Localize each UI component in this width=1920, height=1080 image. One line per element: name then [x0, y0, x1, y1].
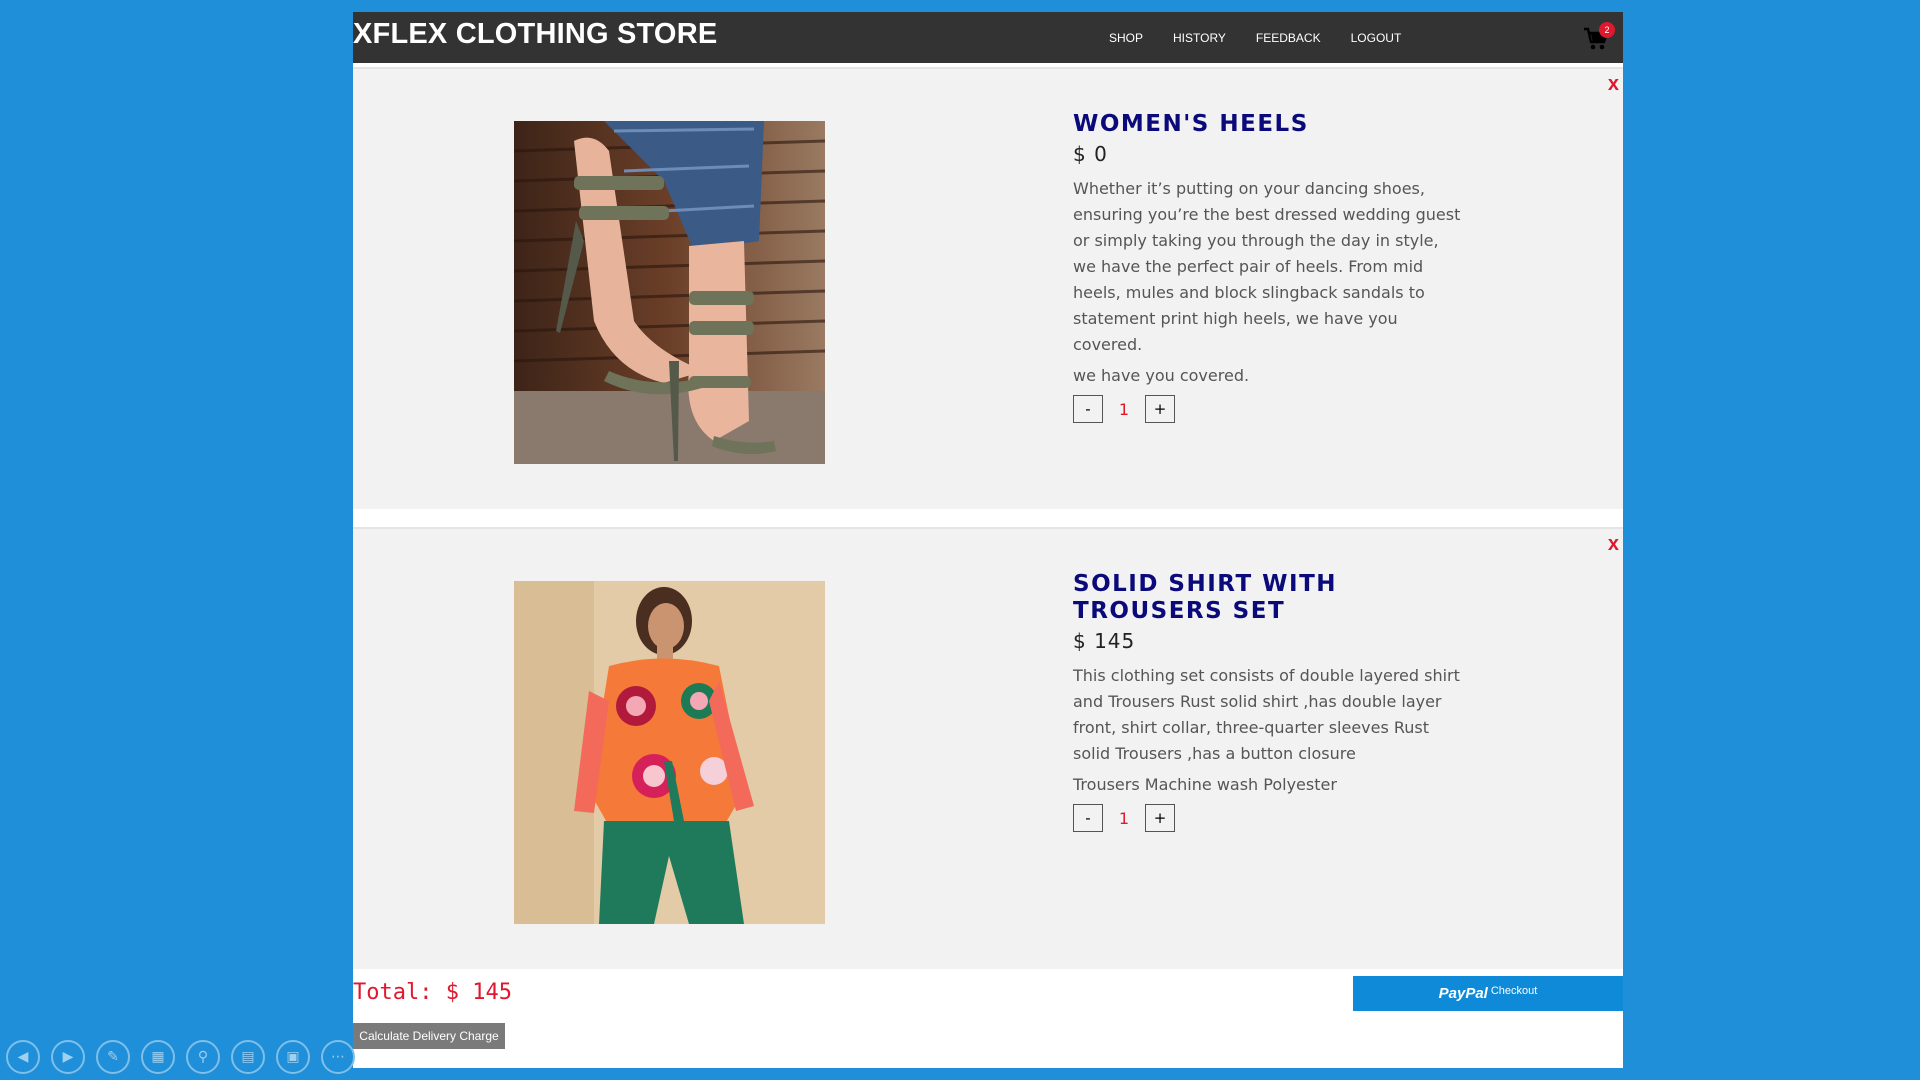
main-nav: SHOP HISTORY FEEDBACK LOGOUT — [1109, 12, 1431, 63]
cart-footer: Total: $ 145 Calculate Delivery Charge P… — [353, 976, 1623, 1068]
quantity-value: 1 — [1118, 399, 1130, 419]
brand-logo[interactable]: XFLEX CLOTHING STORE — [353, 18, 717, 51]
cart-item: x SOLID SHIRT WITH TROUSERS SET $ 145 Th… — [353, 527, 1623, 969]
quantity-stepper: - 1 + — [1073, 395, 1463, 423]
nav-history[interactable]: HISTORY — [1173, 31, 1226, 45]
calculate-delivery-button[interactable]: Calculate Delivery Charge — [353, 1023, 505, 1049]
nav-shop[interactable]: SHOP — [1109, 31, 1143, 45]
subtitles-icon[interactable]: ▤ — [231, 1040, 265, 1074]
decrease-quantity-button[interactable]: - — [1073, 395, 1103, 423]
screen-icon[interactable]: ▣ — [276, 1040, 310, 1074]
next-icon[interactable]: ▶ — [51, 1040, 85, 1074]
remove-item-button[interactable]: x — [1608, 73, 1619, 96]
increase-quantity-button[interactable]: + — [1145, 395, 1175, 423]
quantity-stepper: - 1 + — [1073, 804, 1463, 832]
more-icon[interactable]: ⋯ — [321, 1040, 355, 1074]
cart-total: Total: $ 145 — [353, 980, 512, 1005]
pen-icon[interactable]: ✎ — [96, 1040, 130, 1074]
presentation-toolbar: ◀ ▶ ✎ ▦ ⚲ ▤ ▣ ⋯ — [6, 1040, 355, 1074]
previous-icon[interactable]: ◀ — [6, 1040, 40, 1074]
nav-feedback[interactable]: FEEDBACK — [1256, 31, 1321, 45]
item-price: $ 0 — [1073, 142, 1108, 166]
top-navbar: XFLEX CLOTHING STORE SHOP HISTORY FEEDBA… — [353, 12, 1623, 63]
item-description-extra: Trousers Machine wash Polyester — [1073, 775, 1337, 794]
item-description-extra: we have you covered. — [1073, 366, 1250, 385]
product-image-shirt-set — [514, 581, 825, 924]
quantity-value: 1 — [1118, 808, 1130, 828]
item-title: WOMEN'S HEELS — [1073, 111, 1309, 137]
nav-logout[interactable]: LOGOUT — [1351, 31, 1402, 45]
store-window: XFLEX CLOTHING STORE SHOP HISTORY FEEDBA… — [353, 12, 1623, 1068]
product-image-heels — [514, 121, 825, 464]
item-description: Whether it’s putting on your dancing sho… — [1073, 179, 1461, 354]
cart-count-badge: 2 — [1599, 22, 1615, 38]
remove-item-button[interactable]: x — [1608, 533, 1619, 556]
increase-quantity-button[interactable]: + — [1145, 804, 1175, 832]
slides-icon[interactable]: ▦ — [141, 1040, 175, 1074]
cart-item: x WOMEN'S HEELS $ 0 Whether it’s putting… — [353, 67, 1623, 509]
paypal-logo: PayPal — [1438, 985, 1488, 1002]
decrease-quantity-button[interactable]: - — [1073, 804, 1103, 832]
item-title: SOLID SHIRT WITH TROUSERS SET — [1073, 571, 1338, 624]
paypal-checkout-button[interactable]: PayPal Checkout — [1353, 976, 1623, 1011]
item-description: This clothing set consists of double lay… — [1073, 666, 1460, 763]
item-info: WOMEN'S HEELS $ 0 Whether it’s putting o… — [1073, 111, 1463, 423]
item-info: SOLID SHIRT WITH TROUSERS SET $ 145 This… — [1073, 571, 1463, 832]
item-price: $ 145 — [1073, 629, 1136, 653]
cart-button[interactable]: 2 — [1583, 22, 1615, 52]
zoom-icon[interactable]: ⚲ — [186, 1040, 220, 1074]
paypal-checkout-label: Checkout — [1490, 984, 1538, 997]
